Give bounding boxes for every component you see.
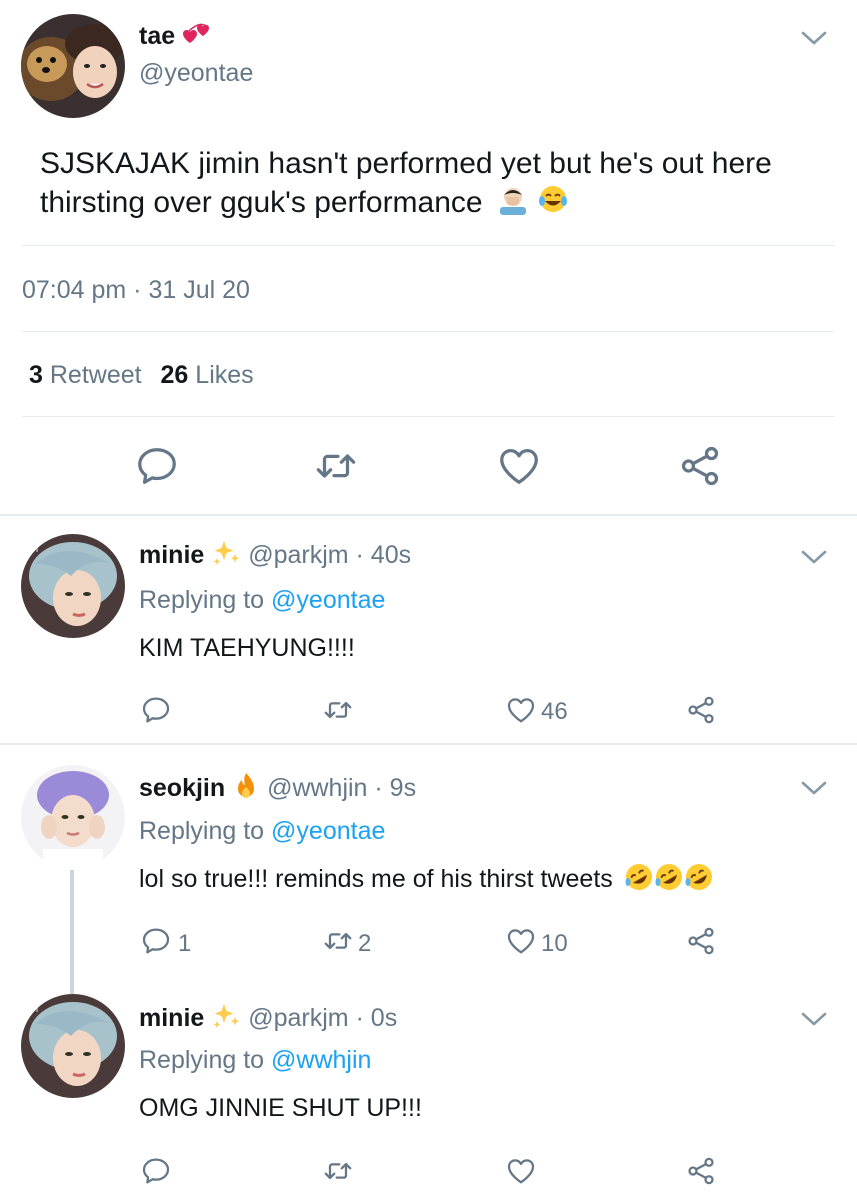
display-name-text: minie <box>139 1004 205 1033</box>
display-name-text: seokjin <box>139 774 226 803</box>
reply-text-row: lol so true!!! reminds me of his thirst … <box>139 862 714 899</box>
display-name-text: tae <box>139 22 176 51</box>
rofl-icon <box>654 862 684 899</box>
tweet-timestamp: 07:04 pm · 31 Jul 20 <box>22 276 250 304</box>
retweet-icon[interactable] <box>313 443 359 489</box>
like-count: 26 <box>160 361 189 389</box>
sparkles-icon <box>211 1001 241 1038</box>
rofl-icon <box>624 862 654 899</box>
revolving-hearts-icon <box>182 19 212 56</box>
reply-icon[interactable] <box>140 1155 172 1187</box>
retweet-label: Retweet <box>49 361 142 389</box>
reply-icon[interactable] <box>140 694 172 726</box>
retweet-icon[interactable] <box>322 694 354 726</box>
display-name[interactable]: tae <box>139 19 212 56</box>
fire-icon <box>232 771 260 808</box>
chevron-down-icon[interactable] <box>799 28 829 48</box>
retweet-count: 2 <box>358 930 372 957</box>
retweet-stat[interactable]: 3 Retweet <box>29 361 149 389</box>
retweet-count: 3 <box>29 361 43 389</box>
retweet-icon[interactable] <box>322 1155 354 1187</box>
replying-to-label: Replying to <box>139 817 265 845</box>
svg-text:H: H <box>31 544 39 555</box>
thread-connector <box>70 870 74 994</box>
like-label: Likes <box>195 361 254 389</box>
replying-to-link[interactable]: @yeontae <box>271 817 385 845</box>
heart-icon[interactable] <box>505 1155 537 1187</box>
divider <box>0 514 857 516</box>
tears-of-joy-icon <box>537 183 569 225</box>
display-name[interactable]: minie @parkjm · 0s <box>139 1001 397 1038</box>
retweet-icon[interactable] <box>322 925 354 957</box>
display-name[interactable]: minie @parkjm · 40s <box>139 538 411 575</box>
reply-text: OMG JINNIE SHUT UP!!! <box>139 1094 422 1122</box>
handle-timestamp: @parkjm · 0s <box>248 1004 398 1033</box>
tweet-text-line1: SJSKAJAK jimin hasn't performed yet but … <box>40 147 772 180</box>
replying-to: Replying to @wwhjin <box>139 1046 371 1075</box>
display-name-text: minie <box>139 541 205 570</box>
chevron-down-icon[interactable] <box>799 778 829 798</box>
share-icon[interactable] <box>677 443 723 489</box>
divider <box>22 331 835 332</box>
svg-text:H: H <box>31 1004 39 1015</box>
chevron-down-icon[interactable] <box>799 547 829 567</box>
divider <box>0 743 857 745</box>
rofl-icon <box>684 862 714 899</box>
avatar[interactable] <box>21 765 125 869</box>
share-icon[interactable] <box>685 925 717 957</box>
heart-icon[interactable] <box>505 694 537 726</box>
replying-to-link[interactable]: @wwhjin <box>271 1046 371 1074</box>
reply-icon[interactable] <box>140 925 172 957</box>
reply-icon[interactable] <box>134 443 180 489</box>
divider <box>22 416 835 417</box>
replying-to-label: Replying to <box>139 586 265 614</box>
engagement-stats: 3 Retweet 26 Likes <box>29 361 254 390</box>
avatar[interactable] <box>21 14 125 118</box>
replying-to-label: Replying to <box>139 1046 265 1074</box>
replying-to: Replying to @yeontae <box>139 586 385 615</box>
tweet-text-line2-row: thirsting over gguk's performance <box>40 183 772 225</box>
replying-to-link[interactable]: @yeontae <box>271 586 385 614</box>
reply-text: lol so true!!! reminds me of his thirst … <box>139 865 613 894</box>
share-icon[interactable] <box>685 1155 717 1187</box>
reply-count: 1 <box>178 930 192 957</box>
like-stat[interactable]: 26 Likes <box>161 361 254 389</box>
tweet-text-line2: thirsting over gguk's performance <box>40 185 483 219</box>
chevron-down-icon[interactable] <box>799 1009 829 1029</box>
avatar[interactable]: H <box>21 994 125 1098</box>
divider <box>22 245 835 246</box>
like-count: 10 <box>541 930 568 957</box>
handle-timestamp: @wwhjin · 9s <box>267 774 417 803</box>
tweet-text: SJSKAJAK jimin hasn't performed yet but … <box>40 145 772 225</box>
avatar[interactable]: H <box>21 534 125 638</box>
replying-to: Replying to @yeontae <box>139 817 385 846</box>
heart-icon[interactable] <box>496 443 542 489</box>
display-name[interactable]: seokjin @wwhjin · 9s <box>139 771 416 808</box>
heart-icon[interactable] <box>505 925 537 957</box>
reply-text: KIM TAEHYUNG!!!! <box>139 634 355 662</box>
sparkles-icon <box>211 538 241 575</box>
share-icon[interactable] <box>685 694 717 726</box>
facepalm-icon <box>497 183 529 225</box>
like-count: 46 <box>541 698 568 725</box>
handle-timestamp: @parkjm · 40s <box>248 541 412 570</box>
handle[interactable]: @yeontae <box>139 59 253 88</box>
